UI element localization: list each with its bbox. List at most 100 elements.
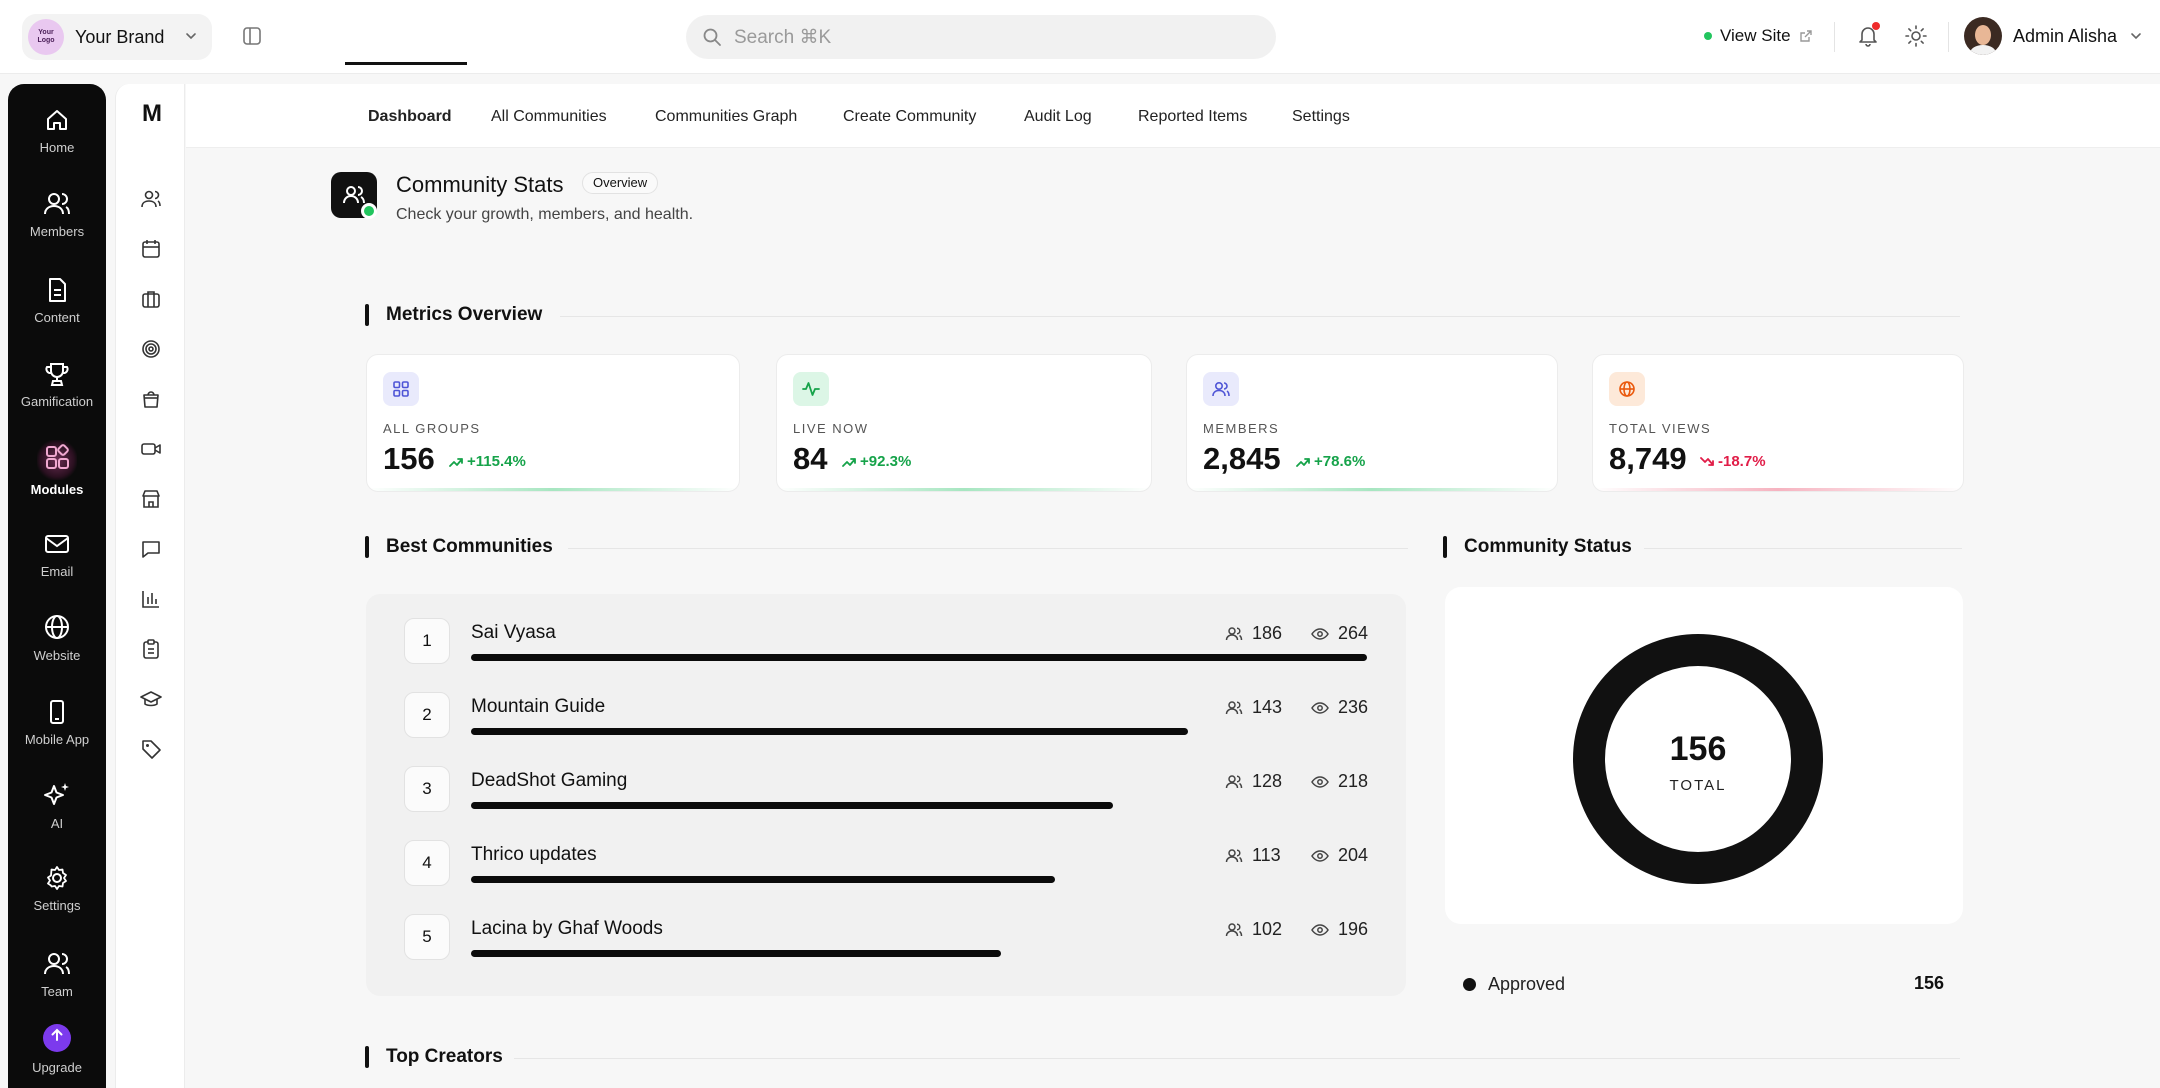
card-accent-line bbox=[777, 488, 1151, 491]
member-count-text: 143 bbox=[1252, 697, 1283, 717]
tab-audit-log[interactable]: Audit Log bbox=[1024, 108, 1092, 126]
nav-upgrade[interactable]: Upgrade bbox=[8, 1024, 106, 1075]
clipboard-icon[interactable] bbox=[140, 638, 162, 660]
nav-label: Website bbox=[33, 648, 81, 663]
nav-team[interactable]: Team bbox=[8, 950, 106, 999]
nav-email[interactable]: Email bbox=[8, 530, 106, 579]
nav-members[interactable]: Members bbox=[8, 190, 106, 239]
view-count: 204 bbox=[1311, 845, 1368, 866]
online-dot bbox=[1704, 32, 1712, 40]
member-count-text: 113 bbox=[1252, 845, 1281, 865]
eye-icon bbox=[1311, 627, 1338, 641]
nav-ai[interactable]: AI bbox=[8, 780, 106, 831]
metric-card-live[interactable]: LIVE NOW 84 +92.3% bbox=[776, 354, 1152, 492]
modules-icon bbox=[37, 440, 77, 480]
primary-sidebar: Home Members Content Gamification Module… bbox=[8, 84, 106, 1088]
theme-toggle-icon[interactable] bbox=[1904, 24, 1928, 48]
tab-all-communities[interactable]: All Communities bbox=[491, 108, 607, 126]
nav-mobile-app[interactable]: Mobile App bbox=[8, 698, 106, 747]
users-icon bbox=[1225, 626, 1252, 642]
community-name[interactable]: Mountain Guide bbox=[471, 696, 605, 718]
users-icon bbox=[1203, 372, 1239, 406]
team-icon bbox=[42, 950, 72, 984]
phone-icon bbox=[43, 698, 71, 732]
store-icon[interactable] bbox=[140, 488, 162, 510]
member-count: 102 bbox=[1225, 919, 1282, 940]
section-title-text: Metrics Overview bbox=[386, 304, 543, 325]
metric-card-views[interactable]: TOTAL VIEWS 8,749 -18.7% bbox=[1592, 354, 1964, 492]
rank-badge: 2 bbox=[404, 692, 450, 738]
eye-icon bbox=[1311, 849, 1338, 863]
notification-dot bbox=[1872, 22, 1880, 30]
community-name[interactable]: Sai Vyasa bbox=[471, 622, 556, 644]
tab-create-community[interactable]: Create Community bbox=[843, 108, 976, 126]
community-progress-bar bbox=[471, 950, 1001, 957]
users-icon bbox=[1225, 922, 1252, 938]
search-input[interactable]: Search ⌘K bbox=[686, 15, 1276, 59]
nav-gamification[interactable]: Gamification bbox=[8, 360, 106, 409]
bag-icon[interactable] bbox=[140, 388, 162, 410]
divider bbox=[1948, 22, 1949, 52]
divider bbox=[1834, 22, 1835, 52]
legend-label: Approved bbox=[1488, 974, 1566, 994]
nav-website[interactable]: Website bbox=[8, 612, 106, 663]
brand-switcher[interactable]: Your Logo Your Brand bbox=[22, 14, 212, 60]
activity-icon bbox=[793, 372, 829, 406]
eye-icon bbox=[1311, 775, 1338, 789]
section-title-status: Community Status bbox=[1443, 536, 1632, 558]
donut-total-value: 156 bbox=[1669, 730, 1727, 768]
calendar-icon[interactable] bbox=[140, 238, 162, 260]
nav-modules[interactable]: Modules bbox=[8, 440, 106, 497]
community-name[interactable]: Lacina by Ghaf Woods bbox=[471, 918, 663, 940]
page-subtitle: Check your growth, members, and health. bbox=[396, 206, 694, 223]
brand-name: Your Brand bbox=[75, 26, 165, 47]
view-count: 236 bbox=[1311, 697, 1368, 718]
video-icon[interactable] bbox=[140, 438, 162, 460]
card-accent-line bbox=[1187, 488, 1557, 491]
sidebar-toggle-icon[interactable] bbox=[240, 24, 264, 48]
metric-card-groups[interactable]: ALL GROUPS 156 +115.4% bbox=[366, 354, 740, 492]
rank-badge: 3 bbox=[404, 766, 450, 812]
metric-change-text: -18.7% bbox=[1718, 453, 1766, 470]
rank-badge: 1 bbox=[404, 618, 450, 664]
bar-chart-icon[interactable] bbox=[140, 588, 162, 610]
tab-reported-items[interactable]: Reported Items bbox=[1138, 108, 1247, 126]
community-name[interactable]: Thrico updates bbox=[471, 844, 597, 866]
metric-value: 8,749 bbox=[1609, 441, 1687, 476]
graduation-cap-icon[interactable] bbox=[140, 688, 162, 710]
view-count: 264 bbox=[1311, 623, 1368, 644]
trophy-icon bbox=[43, 360, 71, 394]
tab-communities-graph[interactable]: Communities Graph bbox=[655, 108, 797, 126]
community-name[interactable]: DeadShot Gaming bbox=[471, 770, 627, 792]
user-menu[interactable]: Admin Alisha bbox=[1964, 17, 2143, 55]
target-icon[interactable] bbox=[140, 338, 162, 360]
metric-card-members[interactable]: MEMBERS 2,845 +78.6% bbox=[1186, 354, 1558, 492]
card-accent-line bbox=[367, 488, 739, 491]
external-link-icon bbox=[1799, 29, 1813, 43]
metric-change: +78.6% bbox=[1296, 453, 1365, 470]
tab-dashboard[interactable]: Dashboard bbox=[368, 108, 452, 126]
tag-icon[interactable] bbox=[140, 738, 162, 760]
trend-up-icon bbox=[1296, 456, 1314, 468]
divider bbox=[514, 1058, 1960, 1059]
search-icon bbox=[702, 27, 722, 47]
divider bbox=[568, 548, 1408, 549]
users-icon[interactable] bbox=[140, 188, 162, 210]
tab-settings[interactable]: Settings bbox=[1292, 108, 1350, 126]
nav-content[interactable]: Content bbox=[8, 276, 106, 325]
nav-settings[interactable]: Settings bbox=[8, 864, 106, 913]
metric-label: TOTAL VIEWS bbox=[1609, 421, 1712, 436]
chat-icon[interactable] bbox=[140, 538, 162, 560]
brand-logo-text-2: Logo bbox=[37, 37, 55, 44]
view-site-link[interactable]: View Site bbox=[1704, 26, 1813, 46]
briefcase-icon[interactable] bbox=[140, 288, 162, 310]
nav-label: Gamification bbox=[20, 394, 94, 409]
user-name: Admin Alisha bbox=[2013, 25, 2118, 46]
community-progress-bar bbox=[471, 876, 1055, 883]
nav-home[interactable]: Home bbox=[8, 106, 106, 155]
rank-badge: 5 bbox=[404, 914, 450, 960]
nav-label: Upgrade bbox=[32, 1060, 82, 1075]
metric-change-text: +115.4% bbox=[467, 453, 526, 470]
view-count-text: 218 bbox=[1338, 771, 1369, 791]
community-progress-bar bbox=[471, 654, 1367, 661]
